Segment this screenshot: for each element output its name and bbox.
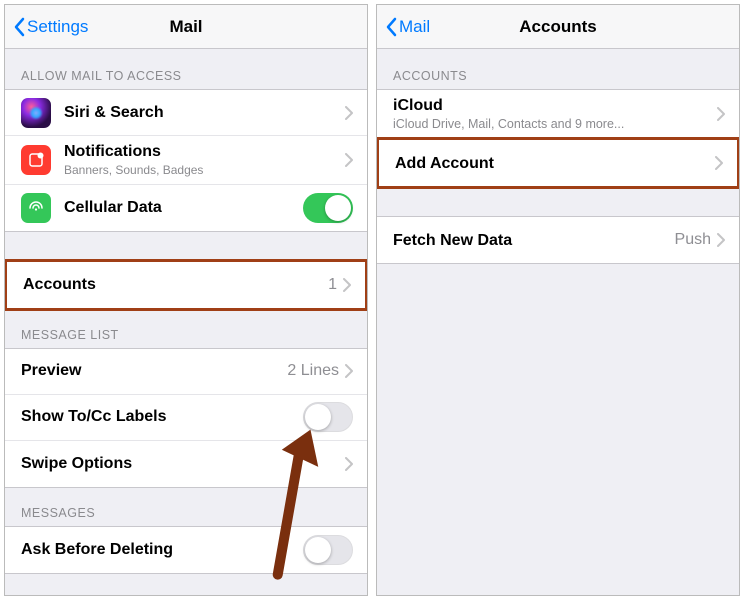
cellular-icon bbox=[21, 193, 51, 223]
notifications-label: Notifications bbox=[64, 143, 161, 160]
section-header-allow: ALLOW MAIL TO ACCESS bbox=[5, 49, 367, 89]
siri-icon bbox=[21, 98, 51, 128]
section-header-accounts: ACCOUNTS bbox=[377, 49, 739, 89]
show-tocc-label: Show To/Cc Labels bbox=[21, 408, 167, 425]
chevron-right-icon bbox=[717, 233, 725, 247]
cellular-toggle[interactable] bbox=[303, 193, 353, 223]
icloud-label: iCloud bbox=[393, 97, 443, 114]
chevron-right-icon bbox=[345, 106, 353, 120]
chevron-right-icon bbox=[345, 153, 353, 167]
cellular-label: Cellular Data bbox=[64, 199, 162, 216]
chevron-right-icon bbox=[345, 457, 353, 471]
preview-label: Preview bbox=[21, 362, 81, 379]
preview-value: 2 Lines bbox=[287, 362, 339, 380]
ask-delete-toggle[interactable] bbox=[303, 535, 353, 565]
chevron-left-icon bbox=[385, 17, 397, 37]
row-accounts[interactable]: Accounts 1 bbox=[7, 262, 365, 308]
add-account-label: Add Account bbox=[395, 155, 494, 172]
fetch-value: Push bbox=[675, 231, 711, 249]
accounts-label: Accounts bbox=[23, 276, 96, 293]
row-swipe-options[interactable]: Swipe Options bbox=[5, 441, 367, 487]
accounts-list: Accounts 1 bbox=[4, 259, 368, 311]
back-label: Mail bbox=[399, 17, 430, 37]
chevron-right-icon bbox=[717, 107, 725, 121]
accounts-group: iCloud iCloud Drive, Mail, Contacts and … bbox=[377, 89, 739, 138]
row-icloud[interactable]: iCloud iCloud Drive, Mail, Contacts and … bbox=[377, 90, 739, 138]
back-button[interactable]: Mail bbox=[385, 17, 430, 37]
accounts-pane: Mail Accounts ACCOUNTS iCloud iCloud Dri… bbox=[376, 4, 740, 596]
add-account-group: Add Account bbox=[376, 137, 740, 189]
ask-delete-label: Ask Before Deleting bbox=[21, 541, 173, 558]
row-show-to-cc[interactable]: Show To/Cc Labels bbox=[5, 395, 367, 441]
swipe-options-label: Swipe Options bbox=[21, 455, 132, 472]
notifications-icon bbox=[21, 145, 51, 175]
chevron-left-icon bbox=[13, 17, 25, 37]
allow-access-list: Siri & Search Notifications Banners, Sou… bbox=[5, 89, 367, 232]
page-title: Accounts bbox=[377, 17, 739, 37]
row-cellular-data[interactable]: Cellular Data bbox=[5, 185, 367, 231]
row-ask-before-deleting[interactable]: Ask Before Deleting bbox=[5, 527, 367, 573]
back-label: Settings bbox=[27, 17, 88, 37]
chevron-right-icon bbox=[345, 364, 353, 378]
chevron-right-icon bbox=[343, 278, 351, 292]
messages-group: Ask Before Deleting bbox=[5, 526, 367, 574]
row-fetch-new-data[interactable]: Fetch New Data Push bbox=[377, 217, 739, 263]
show-tocc-toggle[interactable] bbox=[303, 402, 353, 432]
siri-label: Siri & Search bbox=[64, 104, 164, 121]
mail-settings-pane: Settings Mail ALLOW MAIL TO ACCESS Siri … bbox=[4, 4, 368, 596]
row-add-account[interactable]: Add Account bbox=[379, 140, 737, 186]
section-header-messagelist: MESSAGE LIST bbox=[5, 310, 367, 348]
section-header-messages: MESSAGES bbox=[5, 488, 367, 526]
back-button[interactable]: Settings bbox=[13, 17, 88, 37]
message-list-group: Preview 2 Lines Show To/Cc Labels Swipe … bbox=[5, 348, 367, 488]
nav-bar: Settings Mail bbox=[5, 5, 367, 49]
icloud-sublabel: iCloud Drive, Mail, Contacts and 9 more.… bbox=[393, 117, 717, 132]
row-siri-search[interactable]: Siri & Search bbox=[5, 90, 367, 136]
row-notifications[interactable]: Notifications Banners, Sounds, Badges bbox=[5, 136, 367, 185]
fetch-label: Fetch New Data bbox=[393, 232, 512, 249]
nav-bar: Mail Accounts bbox=[377, 5, 739, 49]
chevron-right-icon bbox=[715, 156, 723, 170]
fetch-group: Fetch New Data Push bbox=[377, 216, 739, 264]
notifications-sublabel: Banners, Sounds, Badges bbox=[64, 163, 345, 177]
row-preview[interactable]: Preview 2 Lines bbox=[5, 349, 367, 395]
accounts-count: 1 bbox=[328, 276, 337, 294]
